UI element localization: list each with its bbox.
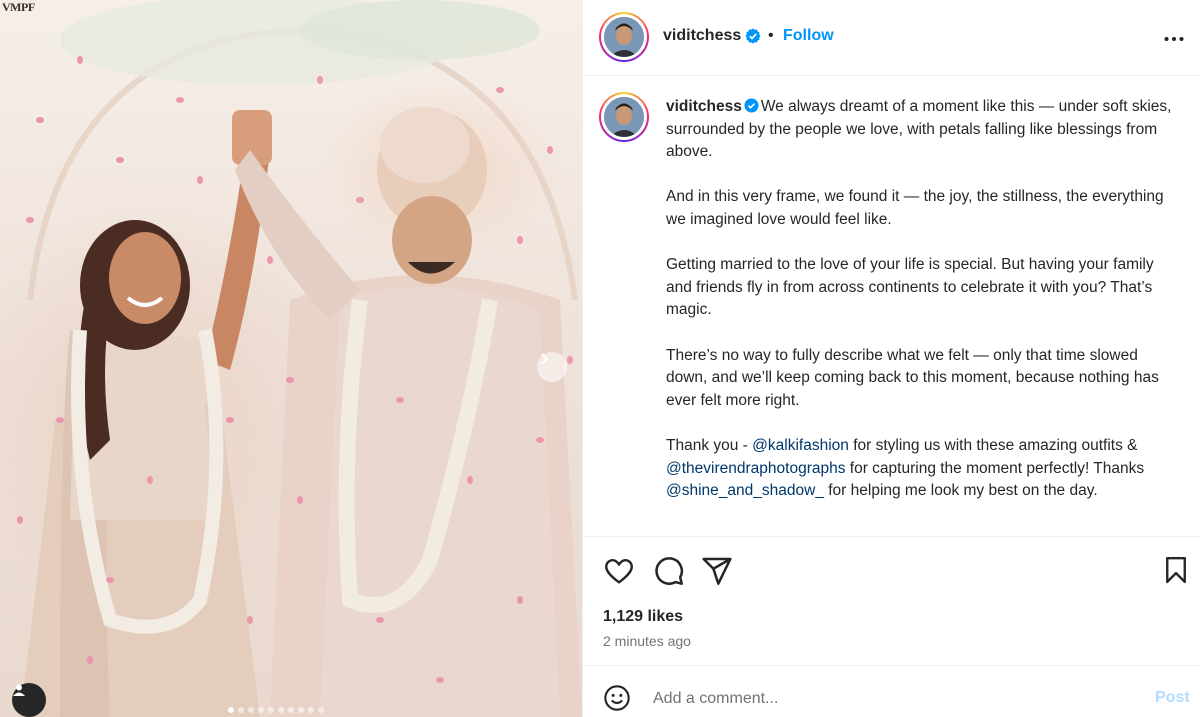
caption-username[interactable]: viditchess bbox=[666, 98, 742, 115]
header-username[interactable]: viditchess bbox=[663, 27, 761, 45]
wedding-photo-illustration bbox=[17, 0, 582, 717]
carousel-dot bbox=[298, 707, 304, 713]
post-header: viditchess • Follow bbox=[583, 0, 1200, 76]
carousel-next-button[interactable] bbox=[537, 352, 567, 382]
carousel-dot bbox=[308, 707, 314, 713]
carousel-dot bbox=[288, 707, 294, 713]
caption-text-segment: for styling us with these amazing outfit… bbox=[848, 436, 1138, 454]
carousel-dot bbox=[268, 707, 274, 713]
header-separator: • bbox=[768, 27, 774, 44]
chevron-right-icon bbox=[541, 353, 549, 365]
caption-section: viditchess We always dreamt of a moment l… bbox=[583, 76, 1200, 536]
caption-paragraph: There’s no way to fully describe what we… bbox=[666, 345, 1178, 413]
tagged-users-button[interactable] bbox=[12, 683, 46, 717]
avatar-image bbox=[604, 17, 644, 57]
caption-text-segment: Getting married to the love of your life… bbox=[666, 256, 1154, 319]
carousel-dot bbox=[318, 707, 324, 713]
caption-paragraph: viditchess We always dreamt of a moment l… bbox=[666, 96, 1178, 164]
emoji-icon[interactable] bbox=[603, 684, 631, 712]
mention-link[interactable]: @thevirendraphotographs bbox=[666, 460, 845, 477]
heart-icon[interactable] bbox=[603, 555, 635, 587]
comment-input[interactable] bbox=[653, 686, 1133, 712]
caption-avatar[interactable] bbox=[599, 92, 649, 142]
send-icon[interactable] bbox=[701, 555, 733, 587]
caption-paragraph: And in this very frame, we found it — th… bbox=[666, 186, 1178, 231]
avatar-image bbox=[604, 97, 644, 137]
carousel-indicator bbox=[228, 707, 324, 713]
comment-icon[interactable] bbox=[653, 555, 685, 587]
carousel-dot bbox=[278, 707, 284, 713]
carousel-dot bbox=[248, 707, 254, 713]
carousel-dot bbox=[228, 707, 234, 713]
verified-badge-icon bbox=[745, 28, 761, 44]
caption-text-segment: for capturing the moment perfectly! Than… bbox=[845, 459, 1145, 477]
caption-text: viditchess We always dreamt of a moment l… bbox=[666, 96, 1178, 525]
post-timestamp[interactable]: 2 minutes ago bbox=[603, 633, 691, 649]
avatar[interactable] bbox=[599, 12, 649, 62]
carousel-dot bbox=[238, 707, 244, 713]
user-tag-icon bbox=[13, 684, 25, 696]
more-horizontal-icon[interactable] bbox=[1163, 28, 1185, 50]
bookmark-icon[interactable] bbox=[1161, 555, 1191, 585]
caption-text-segment: Thank you - bbox=[666, 436, 753, 454]
mention-link[interactable]: @kalkifashion bbox=[752, 437, 849, 454]
post-details-panel: viditchess • Follow viditchess We always … bbox=[582, 0, 1200, 717]
post-actions: 1,129 likes 2 minutes ago bbox=[583, 536, 1200, 666]
caption-paragraph: Thank you - @kalkifashion for styling us… bbox=[666, 435, 1178, 503]
carousel-dot bbox=[258, 707, 264, 713]
caption-paragraph: Getting married to the love of your life… bbox=[666, 254, 1178, 322]
caption-text-segment: for helping me look my best on the day. bbox=[823, 482, 1098, 500]
verified-badge-icon bbox=[744, 98, 759, 113]
comment-bar: Post bbox=[583, 666, 1200, 717]
username-text[interactable]: viditchess bbox=[663, 27, 741, 45]
mention-link[interactable]: @shine_and_shadow_ bbox=[666, 482, 824, 499]
caption-text-segment: There’s no way to fully describe what we… bbox=[666, 346, 1159, 409]
post-photo[interactable]: VMPF bbox=[0, 0, 582, 717]
photo-watermark: VMPF bbox=[2, 0, 35, 14]
post-comment-button[interactable]: Post bbox=[1155, 689, 1190, 707]
likes-count[interactable]: 1,129 likes bbox=[603, 608, 683, 626]
follow-button[interactable]: Follow bbox=[783, 27, 834, 45]
caption-text-segment: And in this very frame, we found it — th… bbox=[666, 188, 1164, 228]
